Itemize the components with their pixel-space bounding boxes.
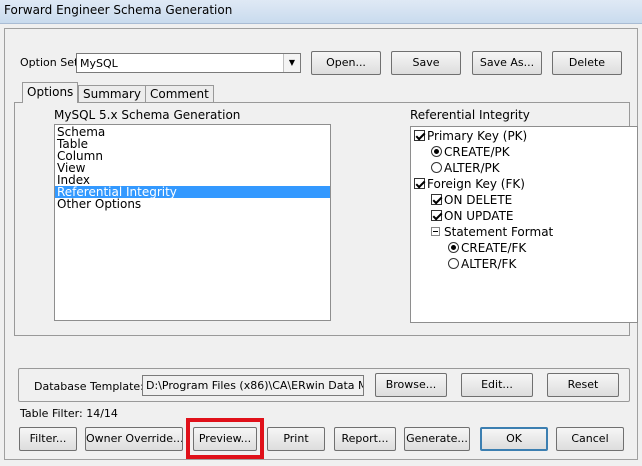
window-title: Forward Engineer Schema Generation (4, 3, 233, 17)
fk-alter-label: ALTER/FK (461, 257, 517, 271)
pk-alter-radio[interactable] (431, 162, 442, 173)
foreign-key-label: Foreign Key (FK) (427, 177, 525, 191)
collapse-icon[interactable] (431, 227, 440, 236)
save-as-button[interactable]: Save As... (472, 51, 542, 75)
browse-button[interactable]: Browse... (375, 373, 447, 397)
ok-button[interactable]: OK (480, 427, 548, 451)
pk-create-radio[interactable] (431, 146, 442, 157)
on-delete-label: ON DELETE (444, 193, 513, 207)
on-update-checkbox[interactable] (431, 210, 442, 221)
statement-format-label: Statement Format (444, 225, 554, 239)
option-set-label: Option Set: (20, 56, 82, 69)
filter-button[interactable]: Filter... (19, 427, 77, 451)
foreign-key-checkbox[interactable] (414, 178, 425, 189)
open-button[interactable]: Open... (311, 51, 381, 75)
tab-comment[interactable]: Comment (145, 85, 214, 102)
category-list[interactable]: Schema Table Column View Index Referenti… (54, 124, 331, 321)
delete-button[interactable]: Delete (552, 51, 622, 75)
tab-options[interactable]: Options (22, 82, 79, 103)
option-set-value: MySQL (80, 57, 118, 70)
primary-key-label: Primary Key (PK) (427, 129, 528, 143)
fk-create-label: CREATE/FK (461, 241, 527, 255)
on-delete-checkbox[interactable] (431, 194, 442, 205)
database-template-path[interactable]: D:\Program Files (x86)\CA\ERwin Data Mo (142, 375, 364, 396)
title-bar: Forward Engineer Schema Generation (0, 0, 642, 24)
fk-create-option[interactable]: CREATE/FK (448, 240, 526, 256)
list-item-view[interactable]: View (55, 162, 330, 174)
generate-button[interactable]: Generate... (404, 427, 470, 451)
list-item-other-options[interactable]: Other Options (55, 198, 330, 210)
on-delete-option[interactable]: ON DELETE (431, 192, 512, 208)
tab-summary[interactable]: Summary (78, 85, 146, 102)
pk-create-label: CREATE/PK (444, 145, 510, 159)
left-panel-heading: MySQL 5.x Schema Generation (54, 108, 241, 122)
cancel-button[interactable]: Cancel (556, 427, 624, 451)
list-item-column[interactable]: Column (55, 150, 330, 162)
pk-alter-option[interactable]: ALTER/PK (431, 160, 500, 176)
option-set-select[interactable]: MySQL ▼ (76, 53, 301, 73)
reset-button[interactable]: Reset (547, 373, 619, 397)
right-panel-heading: Referential Integrity (410, 108, 530, 122)
referential-integrity-tree: Primary Key (PK) CREATE/PK ALTER/PK Fore… (410, 126, 638, 323)
pk-create-option[interactable]: CREATE/PK (431, 144, 510, 160)
on-update-label: ON UPDATE (444, 209, 514, 223)
on-update-option[interactable]: ON UPDATE (431, 208, 513, 224)
report-button[interactable]: Report... (334, 427, 396, 451)
foreign-key-option[interactable]: Foreign Key (FK) (414, 176, 525, 192)
primary-key-option[interactable]: Primary Key (PK) (414, 128, 527, 144)
table-filter-status: Table Filter: 14/14 (20, 407, 118, 420)
database-template-label: Database Template: (34, 380, 144, 393)
chevron-down-icon[interactable]: ▼ (283, 54, 300, 72)
pk-alter-label: ALTER/PK (444, 161, 500, 175)
print-button[interactable]: Print (267, 427, 325, 451)
list-item-schema[interactable]: Schema (55, 126, 330, 138)
primary-key-checkbox[interactable] (414, 130, 425, 141)
edit-button[interactable]: Edit... (461, 373, 533, 397)
fk-alter-option[interactable]: ALTER/FK (448, 256, 516, 272)
save-button[interactable]: Save (391, 51, 461, 75)
owner-override-button[interactable]: Owner Override... (85, 427, 183, 451)
preview-button[interactable]: Preview... (193, 427, 257, 451)
statement-format-node[interactable]: Statement Format (431, 224, 553, 240)
fk-create-radio[interactable] (448, 242, 459, 253)
fk-alter-radio[interactable] (448, 258, 459, 269)
